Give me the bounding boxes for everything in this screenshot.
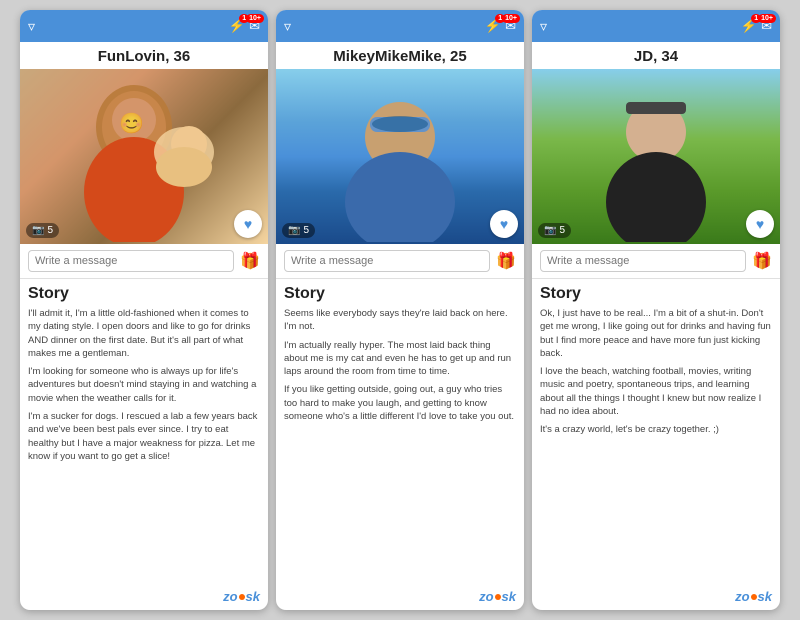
story-text: Ok, I just have to be real... I'm a bit …: [540, 307, 772, 437]
story-section: Story Ok, I just have to be real... I'm a…: [532, 279, 780, 586]
filter-icon[interactable]: ▿: [28, 18, 35, 35]
photo-number: 5: [559, 225, 565, 236]
zoosk-logo: zosk: [532, 586, 780, 610]
story-text: Seems like everybody says they're laid b…: [284, 307, 516, 423]
profile-name: JD, 34: [532, 42, 780, 69]
story-paragraph: Ok, I just have to be real... I'm a bit …: [540, 307, 772, 360]
story-paragraph: It's a crazy world, let's be crazy toget…: [540, 423, 772, 436]
zoosk-text: zosk: [735, 589, 772, 604]
top-bar: ▿ ⚡ 1 ✉ 10+: [20, 10, 268, 42]
lightning-badge[interactable]: ⚡ 1: [741, 18, 757, 34]
lightning-badge[interactable]: ⚡ 1: [485, 18, 501, 34]
story-paragraph: I love the beach, watching football, mov…: [540, 365, 772, 418]
like-button[interactable]: ♥: [490, 210, 518, 238]
top-bar-left: ▿: [284, 18, 291, 35]
zoosk-text: zosk: [223, 589, 260, 604]
message-row: 🎁: [20, 244, 268, 279]
message-input[interactable]: [284, 250, 490, 272]
top-bar-left: ▿: [540, 18, 547, 35]
photo-number: 5: [47, 225, 53, 236]
story-text: I'll admit it, I'm a little old-fashione…: [28, 307, 260, 463]
story-paragraph: I'm looking for someone who is always up…: [28, 365, 260, 405]
gift-icon[interactable]: 🎁: [496, 251, 516, 271]
heart-icon: ♥: [756, 216, 764, 232]
story-section: Story Seems like everybody says they're l…: [276, 279, 524, 586]
gift-icon[interactable]: 🎁: [752, 251, 772, 271]
zoosk-text: zosk: [479, 589, 516, 604]
top-bar-right: ⚡ 1 ✉ 10+: [741, 18, 772, 34]
story-section: Story I'll admit it, I'm a little old-fas…: [20, 279, 268, 586]
message-badge[interactable]: ✉ 10+: [505, 18, 516, 34]
top-bar: ▿ ⚡ 1 ✉ 10+: [276, 10, 524, 42]
camera-icon: 📷: [288, 225, 300, 236]
profile-photo[interactable]: 📷5 ♥: [532, 69, 780, 244]
profile-name: MikeyMikeMike, 25: [276, 42, 524, 69]
phone-card-1: ▿ ⚡ 1 ✉ 10+ FunLovin, 36 😊 📷5 ♥ 🎁 Story I'll…: [20, 10, 268, 610]
message-badge[interactable]: ✉ 10+: [249, 18, 260, 34]
photo-count: 📷5: [26, 223, 59, 238]
zoosk-dot: [495, 594, 501, 600]
message-badge[interactable]: ✉ 10+: [761, 18, 772, 34]
filter-icon[interactable]: ▿: [284, 18, 291, 35]
story-paragraph: I'll admit it, I'm a little old-fashione…: [28, 307, 260, 360]
photo-silhouette: 😊: [20, 69, 268, 244]
message-count: 10+: [502, 14, 520, 23]
camera-icon: 📷: [544, 225, 556, 236]
zoosk-dot: [239, 594, 245, 600]
photo-count: 📷5: [282, 223, 315, 238]
message-row: 🎁: [532, 244, 780, 279]
phone-card-3: ▿ ⚡ 1 ✉ 10+ JD, 34 📷5 ♥ 🎁 Story Ok, I just h…: [532, 10, 780, 610]
top-bar-right: ⚡ 1 ✉ 10+: [485, 18, 516, 34]
message-count: 10+: [758, 14, 776, 23]
story-label: Story: [284, 285, 516, 303]
story-paragraph: Seems like everybody says they're laid b…: [284, 307, 516, 334]
profile-photo[interactable]: 😊 📷5 ♥: [20, 69, 268, 244]
like-button[interactable]: ♥: [746, 210, 774, 238]
top-bar: ▿ ⚡ 1 ✉ 10+: [532, 10, 780, 42]
story-paragraph: I'm a sucker for dogs. I rescued a lab a…: [28, 410, 260, 463]
profile-name: FunLovin, 36: [20, 42, 268, 69]
profile-photo[interactable]: 📷5 ♥: [276, 69, 524, 244]
top-bar-left: ▿: [28, 18, 35, 35]
story-label: Story: [540, 285, 772, 303]
filter-icon[interactable]: ▿: [540, 18, 547, 35]
svg-text:😊: 😊: [119, 112, 144, 135]
top-bar-right: ⚡ 1 ✉ 10+: [229, 18, 260, 34]
message-row: 🎁: [276, 244, 524, 279]
message-count: 10+: [246, 14, 264, 23]
camera-icon: 📷: [32, 225, 44, 236]
story-paragraph: I'm actually really hyper. The most laid…: [284, 339, 516, 379]
zoosk-logo: zosk: [276, 586, 524, 610]
photo-silhouette: [532, 69, 780, 244]
story-paragraph: If you like getting outside, going out, …: [284, 383, 516, 423]
zoosk-logo: zosk: [20, 586, 268, 610]
heart-icon: ♥: [500, 216, 508, 232]
story-label: Story: [28, 285, 260, 303]
lightning-badge[interactable]: ⚡ 1: [229, 18, 245, 34]
photo-number: 5: [303, 225, 309, 236]
message-input[interactable]: [540, 250, 746, 272]
phone-card-2: ▿ ⚡ 1 ✉ 10+ MikeyMikeMike, 25 📷5♥🎁StoryS…: [276, 10, 524, 610]
gift-icon[interactable]: 🎁: [240, 251, 260, 271]
zoosk-dot: [751, 594, 757, 600]
message-input[interactable]: [28, 250, 234, 272]
heart-icon: ♥: [244, 216, 252, 232]
like-button[interactable]: ♥: [234, 210, 262, 238]
photo-count: 📷5: [538, 223, 571, 238]
photo-silhouette: [276, 69, 524, 244]
